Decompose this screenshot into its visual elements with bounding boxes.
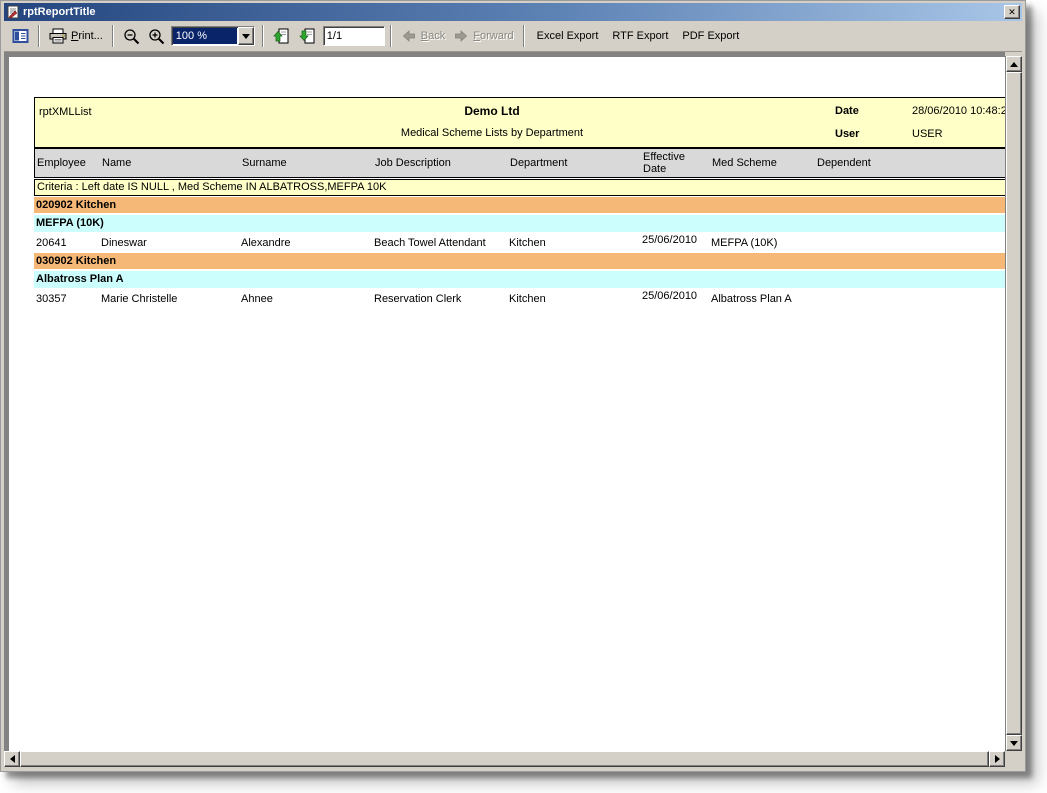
print-label: Print... [71,30,103,42]
toolbar-separator [112,25,114,47]
zoom-level-value: 100 % [173,28,237,44]
zoom-in-button[interactable] [144,24,169,48]
group-row: 030902 Kitchen [34,253,1005,269]
back-button[interactable]: Back [397,24,449,48]
column-header-row: Employee Name Surname Job Description De… [34,148,1005,178]
company-title: Demo Ltd [464,104,519,118]
arrow-down-icon [1010,741,1018,746]
printer-icon [49,28,67,44]
report-subtitle: Medical Scheme Lists by Department [401,127,583,139]
cell-effective-date: 25/06/2010 [642,290,696,308]
zoom-level-combobox[interactable]: 100 % [171,26,255,46]
horizontal-scrollbar-thumb[interactable] [20,751,989,767]
column-header-job-description: Job Description [375,149,451,177]
cell-effective-date: 25/06/2010 [642,234,696,252]
column-header-surname: Surname [242,149,287,177]
data-row: 30357 Marie Christelle Ahnee Reservation… [34,290,1005,308]
vertical-scrollbar[interactable] [1005,56,1022,751]
user-value: USER [912,128,943,140]
column-header-employee: Employee [37,149,86,177]
toolbar: Print... 100 % [4,21,1022,52]
excel-export-button[interactable]: Excel Export [530,26,606,46]
next-page-button[interactable] [295,24,321,48]
subgroup-row: MEFPA (10K) [34,215,1005,232]
subgroup-row: Albatross Plan A [34,271,1005,288]
arrow-right-icon [995,755,1000,763]
cell-employee: 30357 [36,290,67,308]
cell-med-scheme: MEFPA (10K) [711,234,777,252]
group-row: 020902 Kitchen [34,197,1005,213]
toolbar-separator [38,25,40,47]
report-content: rptXMLList Demo Ltd Medical Scheme Lists… [34,97,1005,308]
forward-label: Forward [473,30,513,42]
zoom-in-icon [148,28,165,45]
vertical-scrollbar-thumb[interactable] [1006,72,1022,735]
group-tree-toggle-button[interactable] [8,24,33,48]
scroll-down-button[interactable] [1006,735,1022,751]
horizontal-scrollbar[interactable] [4,751,1005,768]
cell-job-description: Beach Towel Attendant [374,234,486,252]
scrollbar-corner [1005,751,1022,768]
print-button[interactable]: Print... [45,24,107,48]
cell-surname: Alexandre [241,234,291,252]
pdf-export-button[interactable]: PDF Export [675,26,746,46]
date-value: 28/06/2010 10:48:26 [912,105,1005,117]
user-label: User [835,128,859,140]
back-label: Back [421,30,445,42]
previous-page-icon [273,28,291,44]
page-number-input[interactable] [323,26,385,46]
criteria-row: Criteria : Left date IS NULL , Med Schem… [34,179,1005,196]
rtf-export-button[interactable]: RTF Export [605,26,675,46]
cell-department: Kitchen [509,290,546,308]
arrow-up-icon [1010,62,1018,67]
arrow-left-icon [10,755,15,763]
next-page-icon [299,28,317,44]
forward-arrow-icon [453,28,469,44]
close-icon: ✕ [1008,7,1016,18]
report-viewer-window: rptReportTitle ✕ Prin [0,0,1026,772]
column-header-med-scheme: Med Scheme [712,149,777,177]
cell-surname: Ahnee [241,290,273,308]
zoom-out-button[interactable] [119,24,144,48]
cell-name: Marie Christelle [101,290,177,308]
group-tree-icon [12,28,29,44]
combo-dropdown-button[interactable] [238,27,254,45]
report-page-viewport: rptXMLList Demo Ltd Medical Scheme Lists… [4,52,1005,751]
column-header-name: Name [102,149,131,177]
data-row: 20641 Dineswar Alexandre Beach Towel Att… [34,234,1005,252]
toolbar-separator [262,25,264,47]
report-icon [6,5,20,19]
scroll-right-button[interactable] [989,751,1005,767]
column-header-dependent: Dependent [817,149,871,177]
report-name: rptXMLList [39,106,92,118]
titlebar[interactable]: rptReportTitle ✕ [4,3,1022,21]
report-header-band: rptXMLList Demo Ltd Medical Scheme Lists… [34,97,1005,148]
report-client-area: rptXMLList Demo Ltd Medical Scheme Lists… [4,52,1022,768]
back-arrow-icon [401,28,417,44]
scroll-left-button[interactable] [4,751,20,767]
close-button[interactable]: ✕ [1004,5,1020,19]
scroll-up-button[interactable] [1006,56,1022,72]
cell-job-description: Reservation Clerk [374,290,461,308]
cell-name: Dineswar [101,234,147,252]
zoom-out-icon [123,28,140,45]
forward-button[interactable]: Forward [449,24,517,48]
cell-med-scheme: Albatross Plan A [711,290,792,308]
date-label: Date [835,105,859,117]
window-title: rptReportTitle [23,6,1004,18]
toolbar-separator [523,25,525,47]
previous-page-button[interactable] [269,24,295,48]
cell-employee: 20641 [36,234,67,252]
chevron-down-icon [242,34,250,39]
cell-department: Kitchen [509,234,546,252]
column-header-department: Department [510,149,567,177]
toolbar-separator [390,25,392,47]
column-header-effective-date: Effective Date [643,149,697,177]
